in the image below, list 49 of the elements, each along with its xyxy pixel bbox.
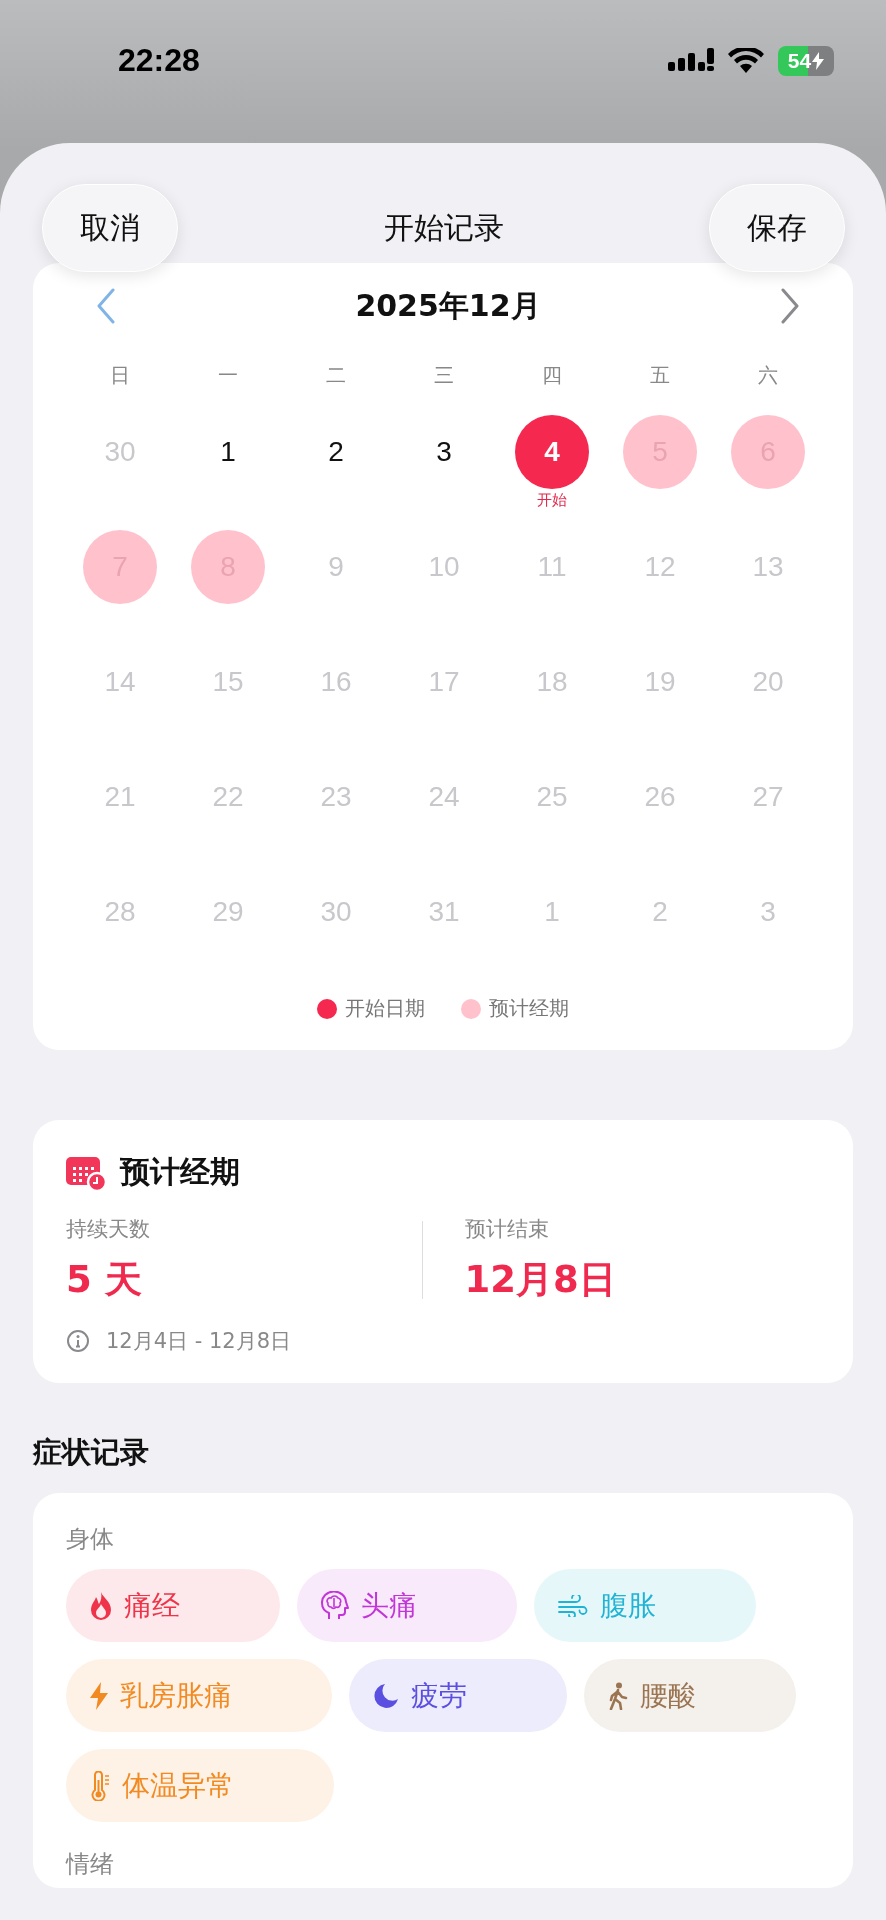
thermometer-icon bbox=[90, 1770, 110, 1801]
end-date-value: 12月8日 bbox=[464, 1257, 617, 1303]
symptom-chip[interactable]: 体温异常 bbox=[66, 1749, 334, 1822]
status-time: 22:28 bbox=[118, 42, 200, 79]
next-month-icon[interactable] bbox=[780, 288, 800, 324]
legend-label: 预计经期 bbox=[489, 995, 569, 1022]
walking-person-icon bbox=[608, 1681, 628, 1710]
day-cell[interactable]: 1 bbox=[191, 415, 265, 489]
day-cell[interactable]: 2 bbox=[299, 415, 373, 489]
moon-icon bbox=[373, 1682, 399, 1709]
end-date-label: 预计结束 bbox=[464, 1216, 550, 1243]
section-heading: 症状记录 bbox=[33, 1434, 150, 1471]
group-title: 情绪 bbox=[66, 1849, 115, 1880]
weekday-label: 一 bbox=[217, 361, 239, 389]
weekday-label: 五 bbox=[649, 361, 671, 389]
previous-month-icon[interactable] bbox=[96, 288, 116, 324]
calendar-clock-icon bbox=[66, 1154, 106, 1191]
day-cell[interactable]: 3 bbox=[407, 415, 481, 489]
flame-icon bbox=[90, 1591, 112, 1620]
symptom-chip[interactable]: 疲劳 bbox=[349, 1659, 567, 1732]
head-brain-icon bbox=[321, 1590, 349, 1621]
legend-label: 开始日期 bbox=[345, 995, 425, 1022]
month-title: 2025年12月 bbox=[355, 286, 541, 325]
duration-value: 5 天 bbox=[66, 1257, 143, 1303]
weekday-label: 二 bbox=[325, 361, 347, 389]
symptom-chip[interactable]: 腰酸 bbox=[584, 1659, 796, 1732]
weekday-label: 日 bbox=[109, 361, 131, 389]
signal-icon bbox=[668, 48, 714, 74]
weekday-label: 六 bbox=[757, 361, 779, 389]
day-cell[interactable]: 4 bbox=[515, 415, 589, 489]
date-range-text: 12月4日 - 12月8日 bbox=[106, 1328, 292, 1355]
wifi-icon bbox=[728, 48, 764, 74]
symptom-chip[interactable]: 痛经 bbox=[66, 1569, 280, 1642]
lightning-icon bbox=[90, 1681, 108, 1710]
group-title: 身体 bbox=[66, 1524, 115, 1555]
start-label: 开始 bbox=[537, 491, 567, 510]
wind-icon bbox=[558, 1594, 588, 1617]
sheet-title: 开始记录 bbox=[383, 208, 504, 247]
weekday-label: 四 bbox=[541, 361, 563, 389]
symptom-chip[interactable]: 腹胀 bbox=[534, 1569, 756, 1642]
symptom-chip[interactable]: 头痛 bbox=[297, 1569, 517, 1642]
battery-icon: 54 bbox=[778, 46, 834, 76]
save-button[interactable]: 保存 bbox=[709, 184, 845, 272]
cancel-button[interactable]: 取消 bbox=[42, 184, 178, 272]
info-icon bbox=[66, 1329, 90, 1353]
weekday-label: 三 bbox=[433, 361, 455, 389]
symptom-chip[interactable]: 乳房胀痛 bbox=[66, 1659, 332, 1732]
duration-label: 持续天数 bbox=[66, 1216, 151, 1243]
card-title: 预计经期 bbox=[120, 1153, 240, 1191]
